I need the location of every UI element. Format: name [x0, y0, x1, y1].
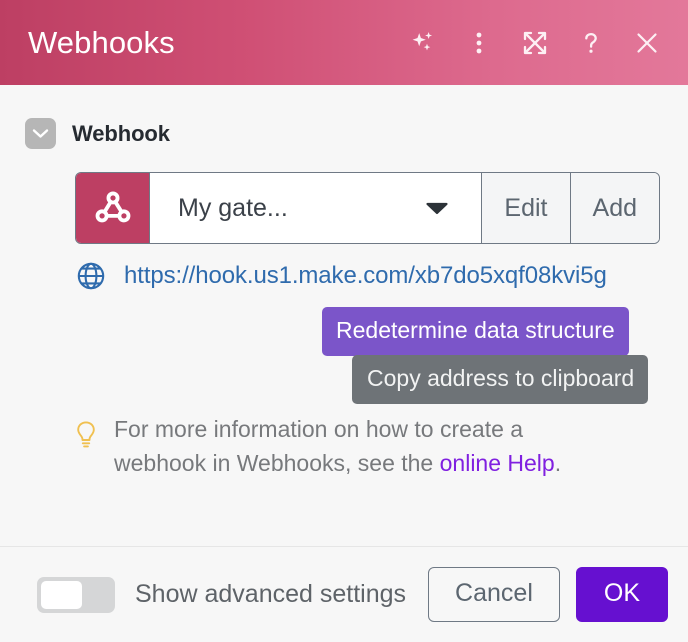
close-icon[interactable]: [632, 28, 662, 58]
chevron-down-icon: [425, 201, 449, 216]
section-title: Webhook: [72, 120, 170, 146]
show-advanced-settings-toggle[interactable]: [37, 576, 115, 613]
webhook-url-row: https://hook.us1.make.com/xb7do5xqf08kvi…: [75, 260, 688, 292]
copy-address-tooltip: Copy address to clipboard: [352, 355, 649, 404]
redetermine-data-structure-button[interactable]: Redetermine data structure: [322, 307, 629, 356]
add-button[interactable]: Add: [569, 173, 659, 243]
webhook-select-row: My gate... Edit Add: [75, 172, 660, 244]
cancel-button[interactable]: Cancel: [428, 567, 560, 622]
more-vertical-icon[interactable]: [464, 28, 494, 58]
edit-button[interactable]: Edit: [481, 173, 570, 243]
hint-text: For more information on how to create a …: [114, 413, 604, 480]
collapse-toggle[interactable]: [25, 118, 56, 149]
titlebar-actions: [408, 28, 666, 58]
dialog-footer: Show advanced settings Cancel OK: [0, 547, 688, 642]
help-icon[interactable]: [576, 28, 606, 58]
footer-buttons: Cancel OK: [428, 567, 668, 622]
webhook-select[interactable]: My gate...: [149, 173, 482, 243]
webhook-section-header: Webhook: [0, 85, 688, 149]
globe-icon: [75, 260, 107, 292]
show-advanced-settings-label: Show advanced settings: [135, 580, 407, 608]
webhook-icon: [76, 173, 149, 243]
webhook-url[interactable]: https://hook.us1.make.com/xb7do5xqf08kvi…: [124, 262, 607, 290]
info-hint: For more information on how to create a …: [72, 413, 658, 480]
sparkles-icon[interactable]: [408, 28, 438, 58]
lightbulb-icon: [72, 419, 100, 451]
dialog-body: Webhook My gate... Edit Add https://hook…: [0, 85, 688, 546]
webhooks-dialog: Webhooks Webhook My gate... Edit Add htt…: [0, 0, 688, 642]
webhook-select-value: My gate...: [178, 193, 288, 222]
page-title: Webhooks: [28, 25, 175, 60]
online-help-link[interactable]: online Help: [440, 450, 555, 476]
ok-button[interactable]: OK: [575, 567, 668, 622]
webhook-actions: Redetermine data structure Copy address …: [0, 307, 688, 404]
hint-text-after: .: [554, 449, 562, 476]
dialog-titlebar: Webhooks: [0, 0, 688, 85]
toggle-knob: [41, 580, 82, 609]
expand-icon[interactable]: [520, 28, 550, 58]
